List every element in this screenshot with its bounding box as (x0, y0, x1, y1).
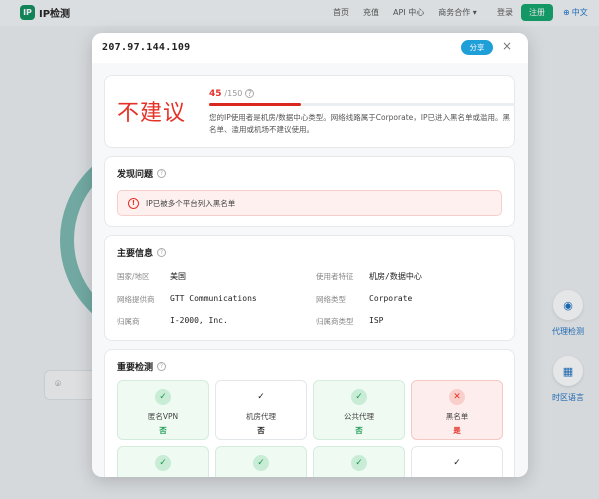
info-value-isp: GTT Communications (170, 294, 257, 303)
risk-score-value: 45 (209, 89, 222, 99)
alert-text: IP已被多个平台列入黑名单 (146, 198, 236, 208)
info-label-country: 国家/地区 (117, 272, 150, 281)
info-section-title: 主要信息 ? (117, 246, 167, 259)
check-icon: ✓ (453, 458, 461, 468)
issues-title-text: 发现问题 (117, 170, 154, 180)
risk-score-max: /150 (224, 89, 243, 98)
info-value-usage: 机房/数据中心 (369, 272, 422, 281)
info-value-owner: I-2000, Inc. (170, 316, 228, 325)
risk-card: 不建议 45 /150 ? 您的IP使用者是机房/数据中心类型。网络线路属于Co… (104, 75, 515, 148)
detection-name: 匿名VPN (147, 412, 179, 421)
share-button[interactable]: 分享 (461, 40, 493, 55)
detection-result: 否 (355, 426, 363, 435)
check-icon: ✓ (351, 389, 367, 405)
help-icon[interactable]: ? (157, 248, 167, 257)
info-title-text: 主要信息 (117, 249, 154, 259)
info-value-owner-type: ISP (369, 316, 384, 325)
info-label-network-type: 网络类型 (316, 295, 346, 304)
detection-title-text: 重要检测 (117, 363, 154, 373)
detection-result: 是 (453, 426, 461, 435)
detection-card: 重要检测 ? ✓ 匿名VPN 否 ✓ 机房代理 否 ✓ 公共代理 否 ✕ 黑名单… (104, 349, 515, 477)
detection-result: 否 (257, 426, 265, 435)
info-label-isp: 网络提供商 (117, 295, 155, 304)
close-icon[interactable]: × (502, 39, 512, 53)
cross-icon: ✕ (449, 389, 465, 405)
detection-item-row2-1[interactable]: ✓ (117, 446, 209, 477)
detection-public-proxy[interactable]: ✓ 公共代理 否 (313, 380, 405, 440)
check-icon: ✓ (155, 389, 171, 405)
risk-score-bar-fill (209, 103, 301, 106)
ip-address-title: 207.97.144.109 (102, 42, 191, 53)
ip-detail-modal: 207.97.144.109 分享 × 不建议 45 /150 ? 您的IP使用… (92, 33, 528, 477)
risk-description: 您的IP使用者是机房/数据中心类型。网络线路属于Corporate，IP已进入黑… (209, 113, 510, 134)
help-icon[interactable]: ? (245, 89, 255, 98)
detection-name: 公共代理 (344, 412, 374, 421)
info-value-network-type: Corporate (369, 294, 413, 303)
check-icon: ✓ (253, 455, 269, 471)
detection-blacklist[interactable]: ✕ 黑名单 是 (411, 380, 503, 440)
detection-name: 黑名单 (445, 412, 469, 421)
check-icon: ✓ (257, 392, 265, 402)
info-value-country: 美国 (170, 272, 186, 281)
info-label-owner-type: 归属商类型 (316, 317, 354, 326)
blacklist-alert: ! IP已被多个平台列入黑名单 (117, 190, 502, 216)
detection-result: 否 (159, 426, 167, 435)
issues-card: 发现问题 ? ! IP已被多个平台列入黑名单 (104, 156, 515, 227)
detection-datacenter-proxy[interactable]: ✓ 机房代理 否 (215, 380, 307, 440)
detection-item-row2-2[interactable]: ✓ (215, 446, 307, 477)
detection-name: 机房代理 (246, 412, 276, 421)
check-icon: ✓ (351, 455, 367, 471)
check-icon: ✓ (155, 455, 171, 471)
info-label-owner: 归属商 (117, 317, 140, 326)
risk-verdict: 不建议 (117, 101, 187, 126)
main-info-card: 主要信息 ? 国家/地区 美国 使用者特征 机房/数据中心 网络提供商 GTT … (104, 235, 515, 341)
modal-header: 207.97.144.109 分享 × (92, 33, 528, 63)
info-label-usage: 使用者特征 (316, 272, 354, 281)
detection-item-row2-3[interactable]: ✓ (313, 446, 405, 477)
issues-section-title: 发现问题 ? (117, 167, 167, 180)
detection-anonymous-vpn[interactable]: ✓ 匿名VPN 否 (117, 380, 209, 440)
warning-icon: ! (128, 197, 139, 209)
detection-section-title: 重要检测 ? (117, 360, 167, 373)
help-icon[interactable]: ? (157, 362, 167, 371)
help-icon[interactable]: ? (157, 169, 167, 178)
risk-score-bar (209, 103, 515, 106)
detection-item-row2-4[interactable]: ✓ (411, 446, 503, 477)
risk-score: 45 /150 ? (209, 89, 255, 99)
